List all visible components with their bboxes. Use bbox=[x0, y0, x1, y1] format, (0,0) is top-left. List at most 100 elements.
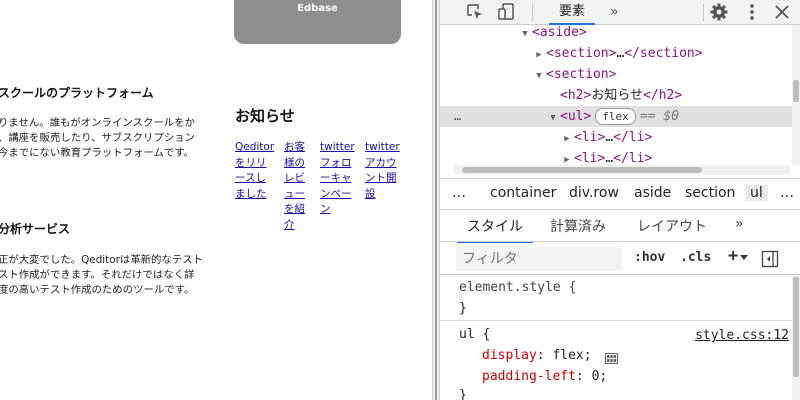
edbase-label: Edbase bbox=[297, 3, 338, 14]
property-name: padding-left bbox=[482, 369, 576, 384]
news-link[interactable]: お客 様の レビ ュー を紹 介 bbox=[284, 140, 305, 233]
tab-elements[interactable]: 要素 bbox=[547, 0, 597, 25]
dom-node-li[interactable]: ▶ <li>…</li> bbox=[440, 127, 792, 148]
news-link-text: 設 bbox=[365, 187, 376, 200]
inspect-icon[interactable] bbox=[465, 2, 485, 22]
service-text-line: 正が大変でした。Qeditorは革新的なテスト bbox=[0, 254, 204, 266]
news-link[interactable]: twitter フォロ ーキャ ンペー ン bbox=[320, 140, 355, 218]
settings-gear-icon[interactable] bbox=[709, 2, 729, 22]
style-selector[interactable]: element.style { bbox=[459, 277, 576, 298]
scrollbar-thumb[interactable] bbox=[462, 167, 702, 173]
tag-text: <ul> bbox=[560, 109, 592, 124]
service-text-line: 、講座を販売したり、サブスクリプション bbox=[0, 132, 196, 144]
expanded-triangle-icon[interactable]: ▼ bbox=[548, 108, 558, 129]
breadcrumb-item[interactable]: div.row bbox=[569, 185, 619, 201]
dom-node-h2[interactable]: <h2>お知らせ</h2> bbox=[440, 85, 792, 106]
style-rule-ul: ul { style.css:12 display: flex; padding… bbox=[440, 322, 800, 400]
news-link-text: を紹 bbox=[284, 203, 305, 215]
dom-tree-scrollbar[interactable] bbox=[792, 25, 800, 165]
news-link-text: 様の bbox=[284, 156, 305, 169]
news-link[interactable]: twitter アカウ ント開 設 bbox=[365, 140, 400, 202]
collapsed-triangle-icon[interactable]: ▶ bbox=[534, 45, 544, 66]
more-tabs-button[interactable]: » bbox=[610, 0, 619, 24]
dom-tree-hscrollbar[interactable] bbox=[454, 165, 790, 175]
tab-computed[interactable]: 計算済み bbox=[550, 216, 606, 236]
breadcrumb-item-active[interactable]: ul bbox=[745, 185, 768, 201]
news-link-text: お客 bbox=[284, 141, 305, 153]
page-viewport: Edbase スクールのプラットフォーム りません。誰もがオンラインスクールをか… bbox=[0, 0, 432, 400]
collapsed-triangle-icon[interactable]: ▶ bbox=[562, 150, 572, 165]
dom-tree: ▼ <aside> ▶ <section>…</section> ▼ <section… bbox=[440, 25, 792, 165]
news-link-text: twitter bbox=[365, 141, 400, 153]
expanded-triangle-icon[interactable]: ▼ bbox=[520, 25, 530, 45]
devtools-tabbar: 要素 » bbox=[440, 0, 800, 25]
dom-node-aside[interactable]: ▼ <aside> bbox=[440, 25, 792, 43]
tag-text: <section> bbox=[546, 67, 617, 82]
ellipsis-text: … bbox=[605, 130, 614, 145]
news-link-text: ン bbox=[320, 203, 331, 215]
breadcrumb: … container div.row aside section ul … bbox=[440, 178, 800, 210]
news-link[interactable]: Qeditor をリリ ースし ました bbox=[235, 140, 274, 202]
tab-styles[interactable]: スタイル bbox=[457, 216, 533, 244]
toggle-sidebar-icon[interactable] bbox=[761, 250, 779, 272]
style-property[interactable]: display: flex; bbox=[482, 345, 619, 366]
property-value: flex; bbox=[552, 348, 592, 363]
dom-node-section[interactable]: ▼ <section> bbox=[440, 64, 792, 85]
tag-text: <section> bbox=[546, 46, 617, 61]
news-link-text: をリリ bbox=[235, 156, 267, 169]
collapsed-triangle-icon[interactable]: ▶ bbox=[562, 129, 572, 150]
cls-button[interactable]: .cls bbox=[680, 250, 711, 265]
filter-input[interactable] bbox=[456, 247, 622, 271]
tag-text: <li> bbox=[574, 151, 606, 165]
scrollbar-thumb[interactable] bbox=[793, 80, 799, 102]
flexbox-editor-icon[interactable] bbox=[605, 350, 619, 364]
dropdown-arrow-icon[interactable] bbox=[740, 255, 748, 260]
news-link-text: twitter bbox=[320, 141, 355, 153]
dom-node-ul-selected[interactable]: … ▼ <ul> flex == $0 bbox=[440, 106, 792, 127]
hov-button[interactable]: :hov bbox=[634, 250, 665, 265]
source-link[interactable]: style.css:12 bbox=[695, 325, 789, 346]
breadcrumb-item[interactable]: container bbox=[490, 185, 556, 201]
flex-badge[interactable]: flex bbox=[595, 108, 636, 125]
dom-node-li[interactable]: ▶ <li>…</li> bbox=[440, 148, 792, 165]
device-toolbar-icon[interactable] bbox=[497, 2, 517, 22]
styles-filter-bar: :hov .cls + bbox=[440, 243, 800, 275]
expanded-triangle-icon[interactable]: ▼ bbox=[534, 66, 544, 87]
dom-node-section[interactable]: ▶ <section>…</section> bbox=[440, 43, 792, 64]
row-dots[interactable]: … bbox=[454, 106, 461, 127]
news-link-text: ーキャ bbox=[320, 172, 352, 184]
splitter-grip bbox=[435, 0, 437, 400]
devtools-splitter[interactable] bbox=[432, 0, 440, 400]
news-link-text: アカウ bbox=[365, 156, 397, 169]
service-text-line: りません。誰もがオンラインスクールをか bbox=[0, 117, 195, 129]
breadcrumb-item[interactable]: section bbox=[685, 185, 735, 201]
breadcrumb-more[interactable]: … bbox=[452, 185, 466, 201]
news-link-text: ースし bbox=[235, 172, 266, 184]
scrollbar-thumb[interactable] bbox=[793, 277, 799, 377]
service-text-line: 度の高いテスト作成のためのツールです。 bbox=[0, 284, 195, 296]
ellipsis-text: … bbox=[605, 151, 614, 165]
new-style-rule-button[interactable]: + bbox=[728, 246, 738, 266]
news-link-text: ュー bbox=[284, 187, 305, 200]
breadcrumb-more[interactable]: … bbox=[780, 185, 794, 201]
news-link-text: フォロ bbox=[320, 156, 352, 169]
more-tabs-button[interactable]: » bbox=[735, 216, 744, 232]
styles-scrollbar[interactable] bbox=[792, 275, 800, 400]
tag-text: <li> bbox=[574, 130, 606, 145]
tag-text: <aside> bbox=[532, 25, 587, 40]
more-vert-icon[interactable] bbox=[742, 2, 762, 22]
style-property[interactable]: padding-left: 0; bbox=[482, 366, 607, 387]
h2-text: お知らせ bbox=[591, 88, 644, 103]
close-icon[interactable] bbox=[772, 2, 792, 22]
property-name: display bbox=[482, 348, 537, 363]
styles-tabbar: スタイル 計算済み レイアウト » bbox=[440, 210, 800, 244]
tag-text: </h2> bbox=[643, 88, 683, 103]
devtools-panel: 要素 » ▼ <aside> ▶ <section>…</section> ▼ <se… bbox=[440, 0, 800, 400]
news-link-text: ました bbox=[235, 187, 267, 200]
tab-layout[interactable]: レイアウト bbox=[637, 216, 707, 236]
breadcrumb-item[interactable]: aside bbox=[634, 185, 671, 201]
toolbar-divider bbox=[703, 4, 704, 21]
news-link-text: Qeditor bbox=[235, 141, 275, 153]
style-selector[interactable]: ul { bbox=[459, 324, 490, 345]
service-title: スクールのプラットフォーム bbox=[0, 86, 154, 100]
